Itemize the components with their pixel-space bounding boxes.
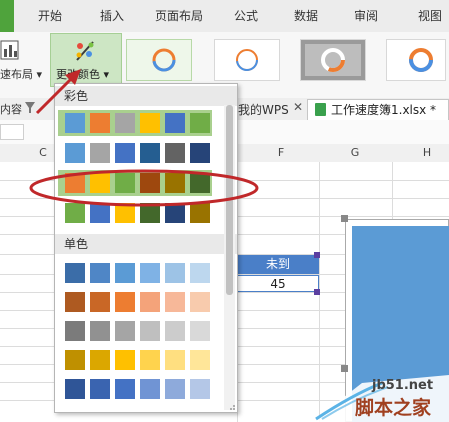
mono-swatch-2-2[interactable] — [90, 292, 110, 312]
app-menu-button[interactable] — [0, 0, 14, 32]
tab-data[interactable]: 数据 — [284, 0, 328, 32]
mono-swatch-2-3[interactable] — [115, 292, 135, 312]
mono-swatch-1-5[interactable] — [165, 263, 185, 283]
mono-swatch-2-6[interactable] — [190, 292, 210, 312]
tab-formulas[interactable]: 公式 — [224, 0, 268, 32]
close-icon[interactable]: ✕ — [293, 100, 303, 114]
mono-swatch-1-3[interactable] — [115, 263, 135, 283]
partial-label: 内容 — [0, 103, 22, 116]
chart-resize-handle[interactable] — [341, 215, 348, 222]
chart-resize-handle[interactable] — [341, 365, 348, 372]
mono-swatch-1-4[interactable] — [140, 263, 160, 283]
colorful-swatch-1-6[interactable] — [190, 113, 210, 133]
mono-swatch-3-1[interactable] — [65, 321, 85, 341]
mono-swatch-3-4[interactable] — [140, 321, 160, 341]
mono-swatch-3-2[interactable] — [90, 321, 110, 341]
mono-swatch-4-3[interactable] — [115, 350, 135, 370]
colorful-swatch-2-1[interactable] — [65, 143, 85, 163]
mono-swatch-4-1[interactable] — [65, 350, 85, 370]
mono-swatch-3-3[interactable] — [115, 321, 135, 341]
column-header-h[interactable]: H — [412, 144, 442, 162]
mono-swatch-5-2[interactable] — [90, 379, 110, 399]
tab-home[interactable]: 开始 — [28, 0, 72, 32]
mono-swatch-5-4[interactable] — [140, 379, 160, 399]
mono-swatch-1-6[interactable] — [190, 263, 210, 283]
chart-style-4[interactable] — [386, 39, 446, 81]
range-handle[interactable] — [314, 252, 320, 258]
chart-style-3[interactable] — [300, 39, 366, 81]
mono-swatch-1-1[interactable] — [65, 263, 85, 283]
mono-swatch-2-4[interactable] — [140, 292, 160, 312]
section-mono-heading: 单色 — [55, 234, 237, 254]
mono-swatch-4-6[interactable] — [190, 350, 210, 370]
colorful-swatch-1-1[interactable] — [65, 113, 85, 133]
tab-view[interactable]: 视图 — [408, 0, 449, 32]
chart-style-2[interactable] — [214, 39, 280, 81]
palette-icon — [76, 41, 94, 61]
cell-header-value[interactable]: 未到 — [237, 255, 319, 274]
spreadsheet-file-icon — [315, 103, 326, 116]
colorful-swatch-1-5[interactable] — [165, 113, 185, 133]
column-header-f[interactable]: F — [266, 144, 296, 162]
colorful-swatch-2-5[interactable] — [165, 143, 185, 163]
mono-swatch-2-5[interactable] — [165, 292, 185, 312]
tab-page-layout[interactable]: 页面布局 — [146, 0, 212, 32]
quick-layout-icon[interactable] — [0, 39, 20, 61]
mono-swatch-1-2[interactable] — [90, 263, 110, 283]
colorful-swatch-2-2[interactable] — [90, 143, 110, 163]
mono-swatch-4-5[interactable] — [165, 350, 185, 370]
cell-value[interactable]: 45 — [237, 275, 319, 292]
colorful-swatch-1-2[interactable] — [90, 113, 110, 133]
watermark-domain: jb51.net — [372, 378, 434, 393]
red-arrow-annotation — [35, 69, 81, 115]
mono-swatch-5-5[interactable] — [165, 379, 185, 399]
range-handle[interactable] — [314, 289, 320, 295]
highlight-ellipse-annotation — [29, 169, 259, 207]
chart-style-1[interactable] — [126, 39, 192, 81]
watermark-text: 脚本之家 — [355, 397, 432, 419]
doc-tab-workbook-label: 工作速度簿1.xlsx * — [331, 103, 437, 117]
colorful-swatch-1-4[interactable] — [140, 113, 160, 133]
doc-tab-my-wps[interactable]: 我的WPS — [238, 101, 289, 118]
mono-swatch-4-2[interactable] — [90, 350, 110, 370]
colorful-swatch-1-3[interactable] — [115, 113, 135, 133]
tab-insert[interactable]: 插入 — [90, 0, 134, 32]
mono-swatch-5-6[interactable] — [190, 379, 210, 399]
name-box[interactable] — [0, 124, 24, 140]
filter-icon[interactable] — [25, 101, 35, 115]
column-header-g[interactable]: G — [340, 144, 370, 162]
colorful-swatch-2-4[interactable] — [140, 143, 160, 163]
mono-swatch-5-1[interactable] — [65, 379, 85, 399]
resize-grip-icon[interactable] — [226, 401, 236, 411]
colorful-swatch-2-3[interactable] — [115, 143, 135, 163]
mono-swatch-3-6[interactable] — [190, 321, 210, 341]
mono-swatch-5-3[interactable] — [115, 379, 135, 399]
mono-swatch-3-5[interactable] — [165, 321, 185, 341]
colorful-swatch-2-6[interactable] — [190, 143, 210, 163]
tab-review[interactable]: 审阅 — [344, 0, 388, 32]
mono-swatch-2-1[interactable] — [65, 292, 85, 312]
mono-swatch-4-4[interactable] — [140, 350, 160, 370]
